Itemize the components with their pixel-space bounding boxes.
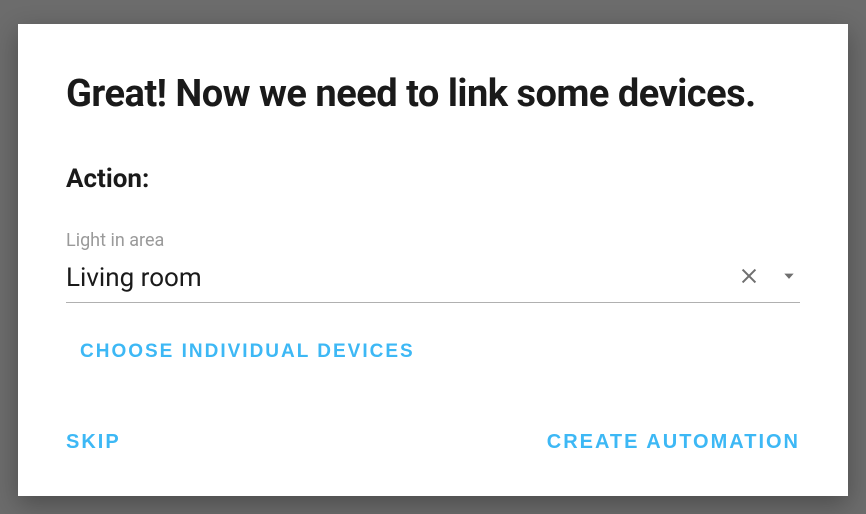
- area-field-label: Light in area: [66, 230, 800, 251]
- choose-individual-devices-button[interactable]: CHOOSE INDIVIDUAL DEVICES: [80, 327, 800, 377]
- create-automation-button[interactable]: CREATE AUTOMATION: [547, 421, 800, 464]
- skip-button[interactable]: SKIP: [66, 421, 121, 464]
- dialog-footer: SKIP CREATE AUTOMATION: [66, 401, 800, 464]
- area-field: Light in area Living room: [66, 230, 800, 303]
- dialog-title: Great! Now we need to link some devices.: [66, 72, 800, 116]
- area-select-value: Living room: [66, 263, 720, 293]
- close-icon: [738, 265, 760, 290]
- area-select[interactable]: Living room: [66, 261, 800, 303]
- area-dropdown-toggle[interactable]: [778, 265, 800, 290]
- chevron-down-icon: [782, 269, 796, 286]
- action-section-label: Action:: [66, 164, 800, 194]
- link-devices-dialog: Great! Now we need to link some devices.…: [18, 24, 848, 496]
- clear-area-button[interactable]: [734, 261, 764, 294]
